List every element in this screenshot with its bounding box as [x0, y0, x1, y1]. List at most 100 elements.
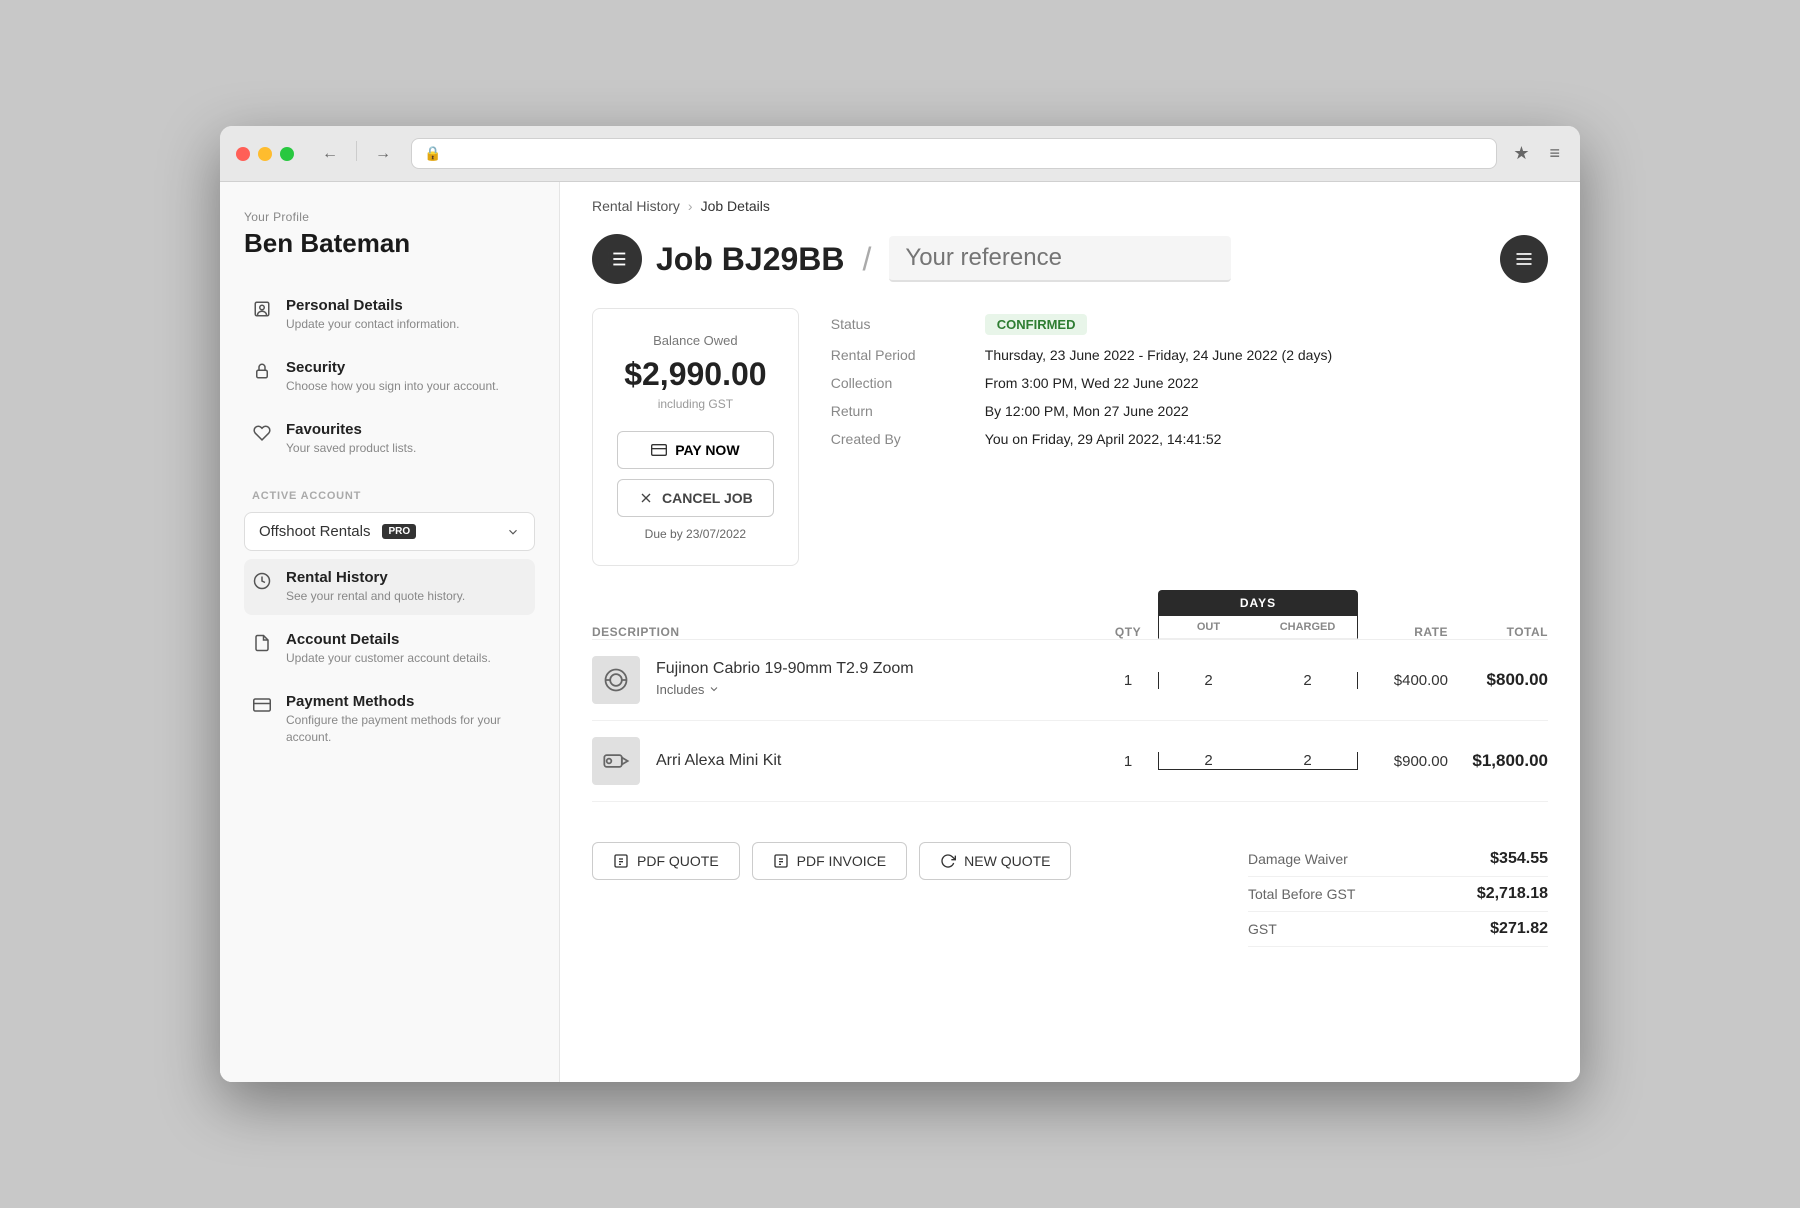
lock-icon [252, 361, 272, 381]
security-text: Security Choose how you sign into your a… [286, 359, 499, 395]
created-label: Created By [831, 431, 961, 447]
sidebar: Your Profile Ben Bateman Personal Detail… [220, 182, 560, 1082]
content-area: Balance Owed $2,990.00 including GST PAY… [560, 284, 1580, 590]
document-icon [252, 633, 272, 653]
close-traffic-light[interactable] [236, 147, 250, 161]
item-charged-arri: 2 [1258, 752, 1357, 769]
item-qty-arri: 1 [1098, 753, 1158, 770]
job-menu-button[interactable] [1500, 235, 1548, 283]
total-before-gst-value: $2,718.18 [1477, 885, 1548, 903]
sidebar-item-personal-details[interactable]: Personal Details Update your contact inf… [244, 287, 535, 343]
pdf-invoice-label: PDF INVOICE [797, 853, 886, 869]
breadcrumb: Rental History › Job Details [560, 182, 1580, 214]
return-label: Return [831, 403, 961, 419]
balance-card: Balance Owed $2,990.00 including GST PAY… [592, 308, 799, 566]
back-button[interactable]: ← [314, 141, 346, 167]
profile-label: Your Profile [244, 210, 535, 224]
item-days-arri: 2 2 [1158, 752, 1358, 770]
job-reference-input[interactable] [889, 236, 1231, 282]
pdf-invoice-button[interactable]: PDF INVOICE [752, 842, 907, 880]
app-body: Your Profile Ben Bateman Personal Detail… [220, 182, 1580, 1082]
pdf-invoice-icon [773, 853, 789, 869]
rental-period-label: Rental Period [831, 347, 961, 363]
bottom-section: PDF QUOTE PDF INVOICE [560, 826, 1580, 971]
col-out-header: OUT [1159, 616, 1258, 638]
browser-titlebar: ← → 🔒 ★ ≡ [220, 126, 1580, 182]
status-badge: CONFIRMED [985, 314, 1088, 335]
col-charged-header: CHARGED [1258, 616, 1357, 638]
item-name-arri: Arri Alexa Mini Kit [656, 752, 1098, 770]
item-charged-fujinon: 2 [1258, 672, 1357, 689]
gst-value: $271.82 [1490, 920, 1548, 938]
status-row: Status CONFIRMED [831, 308, 1548, 341]
nav-divider [356, 141, 357, 161]
col-description-header: DESCRIPTION [592, 625, 1098, 639]
pdf-quote-button[interactable]: PDF QUOTE [592, 842, 740, 880]
collection-value: From 3:00 PM, Wed 22 June 2022 [985, 375, 1199, 391]
total-before-gst-row: Total Before GST $2,718.18 [1248, 877, 1548, 912]
totals-table: Damage Waiver $354.55 Total Before GST $… [1248, 842, 1548, 947]
sidebar-item-rental-history[interactable]: Rental History See your rental and quote… [244, 559, 535, 615]
damage-waiver-label: Damage Waiver [1248, 851, 1348, 867]
address-bar[interactable]: 🔒 [411, 138, 1497, 169]
cancel-job-button[interactable]: CANCEL JOB [617, 479, 774, 517]
browser-window: ← → 🔒 ★ ≡ Your Profile Ben Bateman [220, 126, 1580, 1082]
job-title-area: Job BJ29BB / [592, 234, 1231, 284]
account-selector[interactable]: Offshoot Rentals PRO [244, 512, 535, 551]
sidebar-item-favourites[interactable]: Favourites Your saved product lists. [244, 411, 535, 467]
star-button[interactable]: ★ [1509, 139, 1533, 168]
nav-buttons: ← → [314, 141, 399, 167]
minimize-traffic-light[interactable] [258, 147, 272, 161]
rental-history-text: Rental History See your rental and quote… [286, 569, 465, 605]
item-image-fujinon [592, 656, 640, 704]
collection-label: Collection [831, 375, 961, 391]
pay-now-label: PAY NOW [675, 442, 739, 458]
active-account-label: Active Account [252, 490, 535, 502]
forward-button[interactable]: → [367, 141, 399, 167]
col-total-header: TOTAL [1448, 625, 1548, 639]
job-details: Status CONFIRMED Rental Period Thursday,… [831, 308, 1548, 566]
main-content: Rental History › Job Details [560, 182, 1580, 1082]
pro-badge: PRO [382, 524, 416, 539]
new-quote-button[interactable]: NEW QUOTE [919, 842, 1071, 880]
sidebar-item-payment-methods[interactable]: Payment Methods Configure the payment me… [244, 683, 535, 756]
job-title: Job BJ29BB [656, 241, 845, 278]
chevron-down-icon [708, 683, 720, 695]
item-qty-fujinon: 1 [1098, 672, 1158, 689]
item-name-area-fujinon: Fujinon Cabrio 19-90mm T2.9 Zoom Include… [656, 660, 1098, 701]
col-rate-header: RATE [1358, 625, 1448, 639]
item-name-fujinon: Fujinon Cabrio 19-90mm T2.9 Zoom [656, 660, 1098, 678]
sidebar-item-account-details[interactable]: Account Details Update your customer acc… [244, 621, 535, 677]
page-header: Job BJ29BB / [560, 214, 1580, 284]
collection-row: Collection From 3:00 PM, Wed 22 June 202… [831, 369, 1548, 397]
item-name-area-arri: Arri Alexa Mini Kit [656, 752, 1098, 770]
rental-period-row: Rental Period Thursday, 23 June 2022 - F… [831, 341, 1548, 369]
account-name: Offshoot Rentals [259, 523, 370, 540]
job-title-separator: / [863, 241, 872, 278]
person-icon [252, 299, 272, 319]
balance-label: Balance Owed [617, 333, 774, 348]
new-quote-label: NEW QUOTE [964, 853, 1050, 869]
browser-menu-button[interactable]: ≡ [1545, 139, 1564, 168]
days-header: DAYS [1158, 590, 1358, 616]
breadcrumb-rental-history[interactable]: Rental History [592, 198, 680, 214]
pay-now-button[interactable]: PAY NOW [617, 431, 774, 469]
item-out-arri: 2 [1159, 752, 1258, 769]
card-icon [252, 695, 272, 715]
account-details-text: Account Details Update your customer acc… [286, 631, 491, 667]
payment-methods-text: Payment Methods Configure the payment me… [286, 693, 527, 746]
refresh-icon [940, 853, 956, 869]
fullscreen-traffic-light[interactable] [280, 147, 294, 161]
balance-gst: including GST [617, 397, 774, 411]
rental-period-value: Thursday, 23 June 2022 - Friday, 24 June… [985, 347, 1332, 363]
sidebar-item-security[interactable]: Security Choose how you sign into your a… [244, 349, 535, 405]
item-rate-arri: $900.00 [1358, 753, 1448, 770]
created-value: You on Friday, 29 April 2022, 14:41:52 [985, 431, 1222, 447]
item-days-fujinon: 2 2 [1158, 672, 1358, 689]
includes-button-fujinon[interactable]: Includes [656, 678, 720, 701]
traffic-lights [236, 147, 294, 161]
damage-waiver-value: $354.55 [1490, 850, 1548, 868]
items-section: DESCRIPTION QTY DAYS OUT CHARGED RATE TO… [560, 590, 1580, 826]
return-row: Return By 12:00 PM, Mon 27 June 2022 [831, 397, 1548, 425]
item-rate-fujinon: $400.00 [1358, 672, 1448, 689]
